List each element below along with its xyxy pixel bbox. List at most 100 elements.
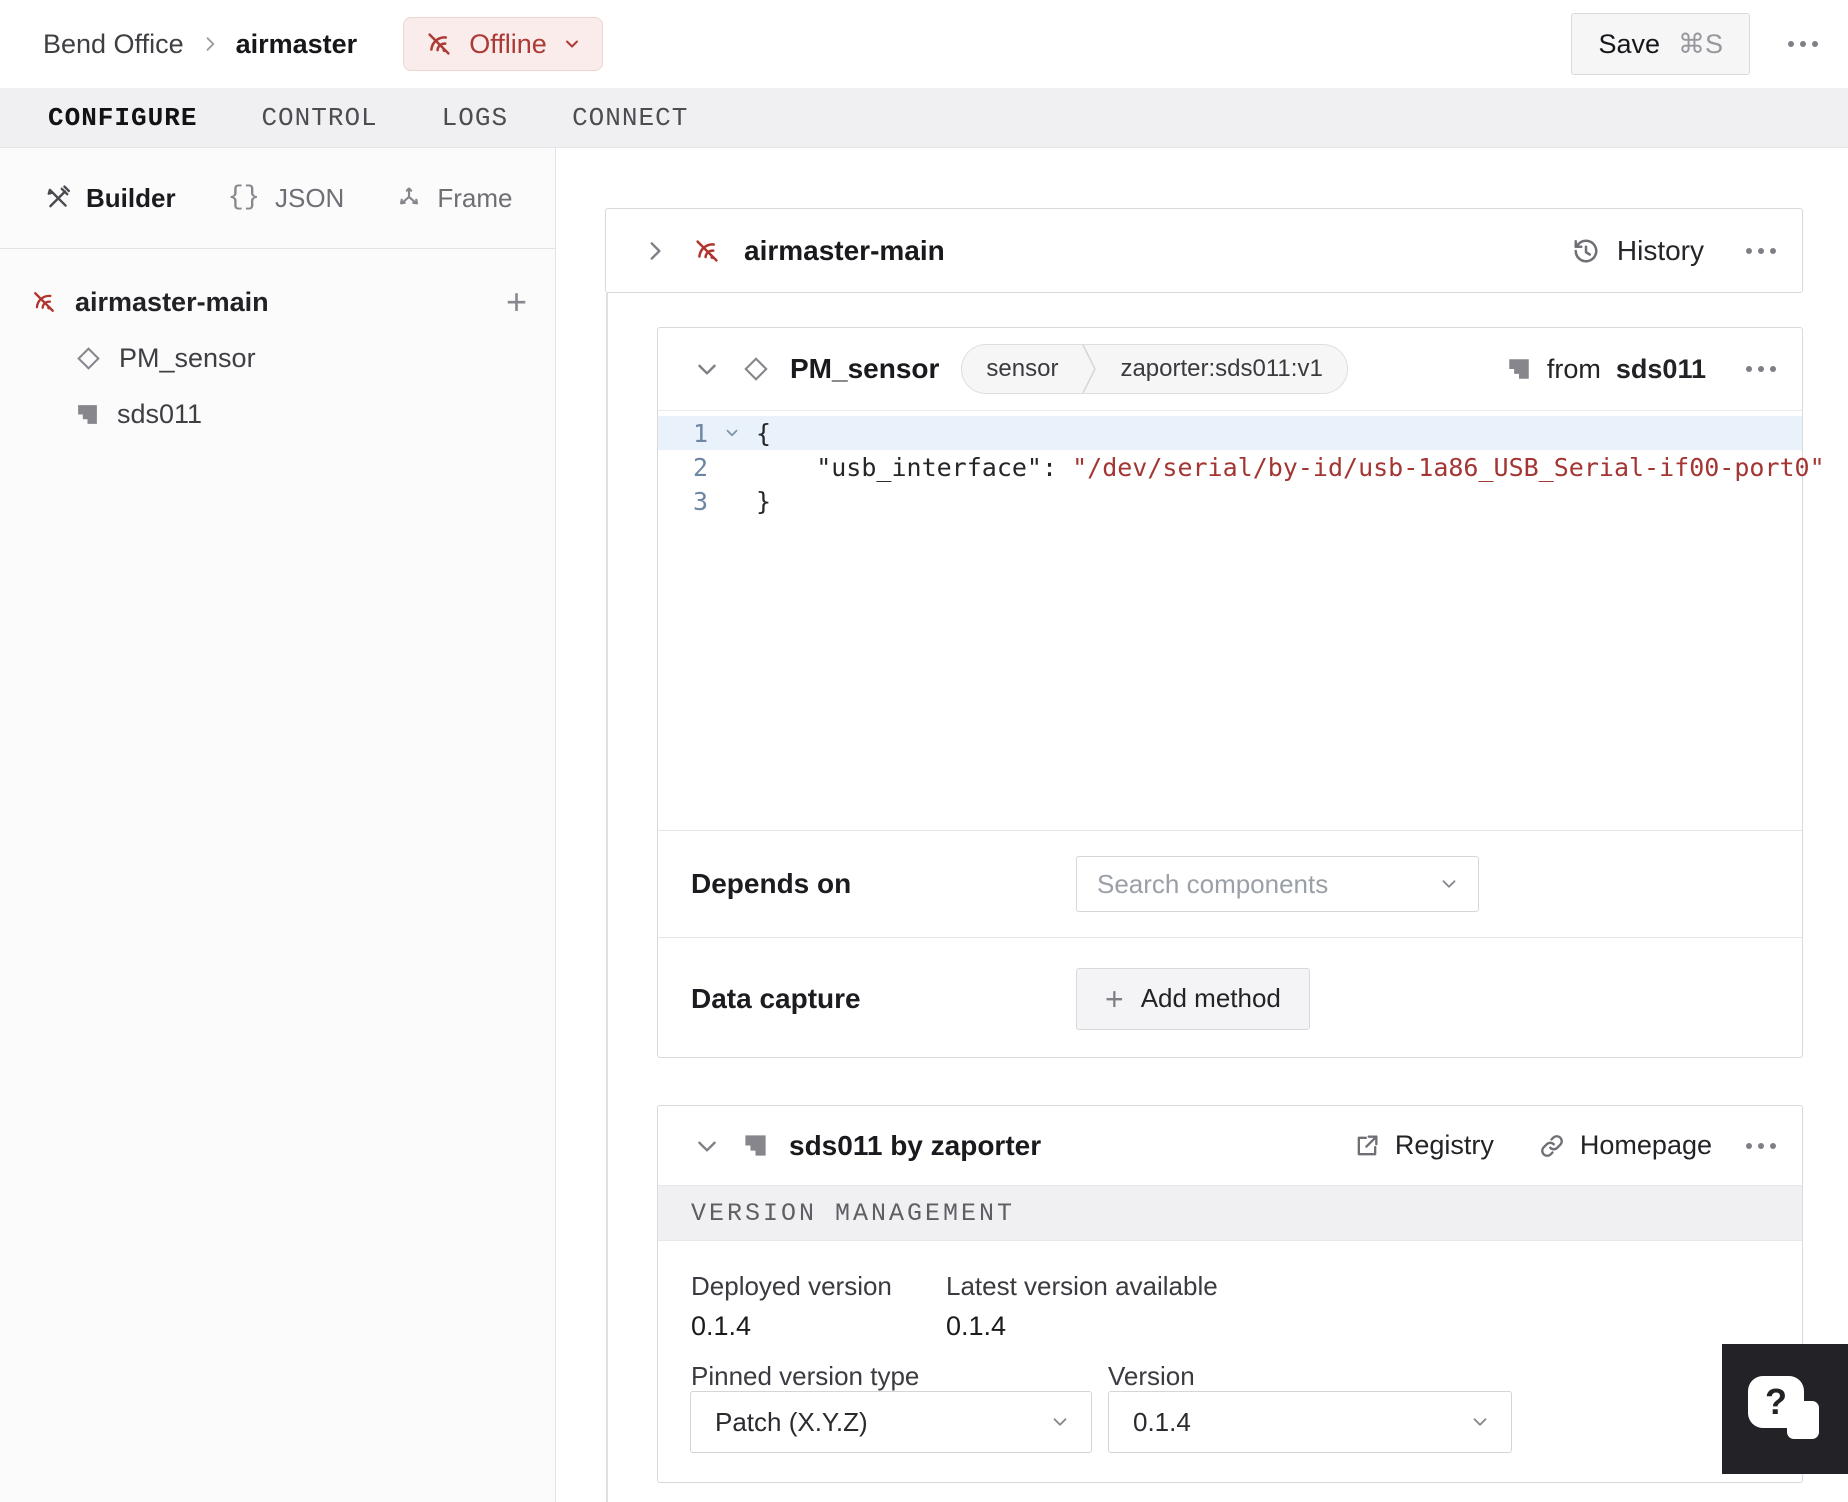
fold-chevron-icon[interactable] xyxy=(708,424,756,442)
code-line[interactable]: 2 "usb_interface" : "/dev/serial/by-id/u… xyxy=(658,450,1825,484)
pinned-version-type-value: Patch (X.Y.Z) xyxy=(715,1406,868,1437)
breadcrumb-machine[interactable]: airmaster xyxy=(236,29,358,60)
chevron-down-icon xyxy=(1049,1411,1071,1433)
resource-tree: airmaster-main + PM_sensor sds011 xyxy=(0,249,555,442)
module-icon xyxy=(75,402,100,427)
component-type-badge: sensor zaporter:sds011:v1 xyxy=(961,344,1348,394)
mode-builder-label: Builder xyxy=(86,182,176,213)
question-mark-icon: ? xyxy=(1748,1376,1804,1428)
frame-axes-icon xyxy=(396,185,422,211)
from-module-name: sds011 xyxy=(1615,353,1706,384)
tree-item-sds011[interactable]: sds011 xyxy=(0,386,555,442)
wifi-off-icon xyxy=(30,288,58,316)
from-module-link[interactable]: from sds011 xyxy=(1506,354,1706,385)
wifi-off-icon xyxy=(692,236,722,266)
version-label: Version xyxy=(1108,1361,1195,1391)
builder-tools-icon xyxy=(45,185,71,211)
chevron-down-icon xyxy=(562,34,582,54)
code-token: { xyxy=(756,418,772,448)
tab-control[interactable]: CONTROL xyxy=(261,103,377,133)
data-capture-label: Data capture xyxy=(691,982,861,1014)
history-clock-icon xyxy=(1571,236,1601,266)
data-capture-section: Data capture + Add method xyxy=(658,937,1802,1059)
save-button[interactable]: Save ⌘S xyxy=(1571,13,1750,75)
depends-on-section: Depends on Search components xyxy=(658,830,1802,937)
save-button-label: Save xyxy=(1598,28,1660,59)
view-mode-switcher: Builder {} JSON Frame xyxy=(0,148,555,249)
mode-builder[interactable]: Builder xyxy=(45,183,176,214)
tree-item-airmaster-main[interactable]: airmaster-main + xyxy=(0,274,555,330)
diamond-icon xyxy=(742,355,770,383)
machine-status-badge[interactable]: Offline xyxy=(403,17,603,71)
chevron-right-icon[interactable] xyxy=(642,238,668,264)
code-token: "usb_interface" xyxy=(756,452,1042,482)
deployed-version-label: Deployed version xyxy=(691,1271,892,1301)
badge-model: zaporter:sds011:v1 xyxy=(1120,355,1323,382)
latest-version-value: 0.1.4 xyxy=(946,1311,1007,1341)
help-button[interactable]: ? xyxy=(1722,1344,1848,1474)
part-card-menu[interactable] xyxy=(1746,247,1776,254)
registry-link[interactable]: Registry xyxy=(1353,1130,1494,1161)
component-card-pm-sensor: PM_sensor sensor zaporter:sds011:v1 from… xyxy=(657,327,1825,1059)
code-line[interactable]: 1 { xyxy=(658,416,1802,450)
diamond-icon xyxy=(75,345,102,372)
part-connector-line xyxy=(606,293,608,1502)
pinned-version-type-select[interactable]: Patch (X.Y.Z) xyxy=(690,1391,1092,1453)
latest-version-label: Latest version available xyxy=(946,1271,1218,1301)
version-select[interactable]: 0.1.4 xyxy=(1108,1391,1512,1453)
tab-configure[interactable]: CONFIGURE xyxy=(48,103,197,133)
tree-item-pm-sensor[interactable]: PM_sensor xyxy=(0,330,555,386)
add-resource-button[interactable]: + xyxy=(506,284,527,320)
add-method-button[interactable]: + Add method xyxy=(1076,967,1310,1030)
link-chain-icon xyxy=(1538,1132,1566,1160)
homepage-link[interactable]: Homepage xyxy=(1538,1130,1712,1161)
badge-type: sensor xyxy=(986,355,1059,382)
tree-part-label: airmaster-main xyxy=(75,286,269,317)
component-title: PM_sensor xyxy=(790,353,940,384)
mode-json[interactable]: {} JSON xyxy=(228,183,345,214)
breadcrumb-separator-icon xyxy=(200,34,220,54)
line-number: 3 xyxy=(692,486,708,516)
module-title: sds011 by zaporter xyxy=(789,1129,1042,1161)
config-main-panel: airmaster-main History PM_sensor sensor … xyxy=(557,148,1848,1502)
version-value: 0.1.4 xyxy=(1133,1406,1191,1437)
component-card-menu[interactable] xyxy=(1746,366,1776,372)
chevron-down-icon[interactable] xyxy=(694,356,720,382)
mode-frame-label: Frame xyxy=(437,182,513,213)
mode-json-label: JSON xyxy=(274,182,345,213)
external-link-icon xyxy=(1353,1132,1381,1160)
mode-frame[interactable]: Frame xyxy=(396,183,512,214)
code-token: : xyxy=(1041,452,1073,482)
status-badge-label: Offline xyxy=(469,28,547,59)
chevron-down-icon xyxy=(1438,873,1460,895)
wifi-off-icon xyxy=(424,29,454,59)
deployed-version-value: 0.1.4 xyxy=(691,1311,752,1341)
depends-on-select[interactable]: Search components xyxy=(1076,856,1479,912)
breadcrumb-location[interactable]: Bend Office xyxy=(43,29,184,60)
machine-tabbar: CONFIGURE CONTROL LOGS CONNECT xyxy=(0,88,1848,148)
pinned-version-type-label: Pinned version type xyxy=(691,1361,920,1391)
homepage-label: Homepage xyxy=(1579,1130,1712,1160)
tab-connect[interactable]: CONNECT xyxy=(572,103,688,133)
header-overflow-menu[interactable] xyxy=(1788,41,1818,47)
registry-label: Registry xyxy=(1394,1130,1494,1160)
code-line[interactable]: 3 } xyxy=(658,484,1802,518)
add-method-label: Add method xyxy=(1140,983,1281,1013)
braces-icon: {} xyxy=(227,183,260,213)
module-icon xyxy=(1506,356,1532,382)
line-number: 1 xyxy=(692,418,708,448)
tab-logs[interactable]: LOGS xyxy=(442,103,508,133)
from-prefix: from xyxy=(1546,353,1601,384)
line-number: 2 xyxy=(692,452,708,482)
module-card-menu[interactable] xyxy=(1746,1142,1776,1149)
chevron-down-icon[interactable] xyxy=(694,1133,720,1159)
history-button[interactable]: History xyxy=(1571,235,1704,267)
plus-icon: + xyxy=(1105,980,1124,1017)
code-token: } xyxy=(756,486,772,516)
tree-child-label: sds011 xyxy=(117,398,203,429)
badge-divider xyxy=(1082,344,1097,394)
config-sidebar: Builder {} JSON Frame airmaster-main + P… xyxy=(0,148,556,1502)
attributes-code-editor[interactable]: 1 { 2 "usb_interface" : "/dev/serial/by-… xyxy=(658,411,1825,830)
module-icon xyxy=(742,1132,769,1159)
code-token-string: "/dev/serial/by-id/usb-1a86_USB_Serial-i… xyxy=(1072,452,1825,482)
